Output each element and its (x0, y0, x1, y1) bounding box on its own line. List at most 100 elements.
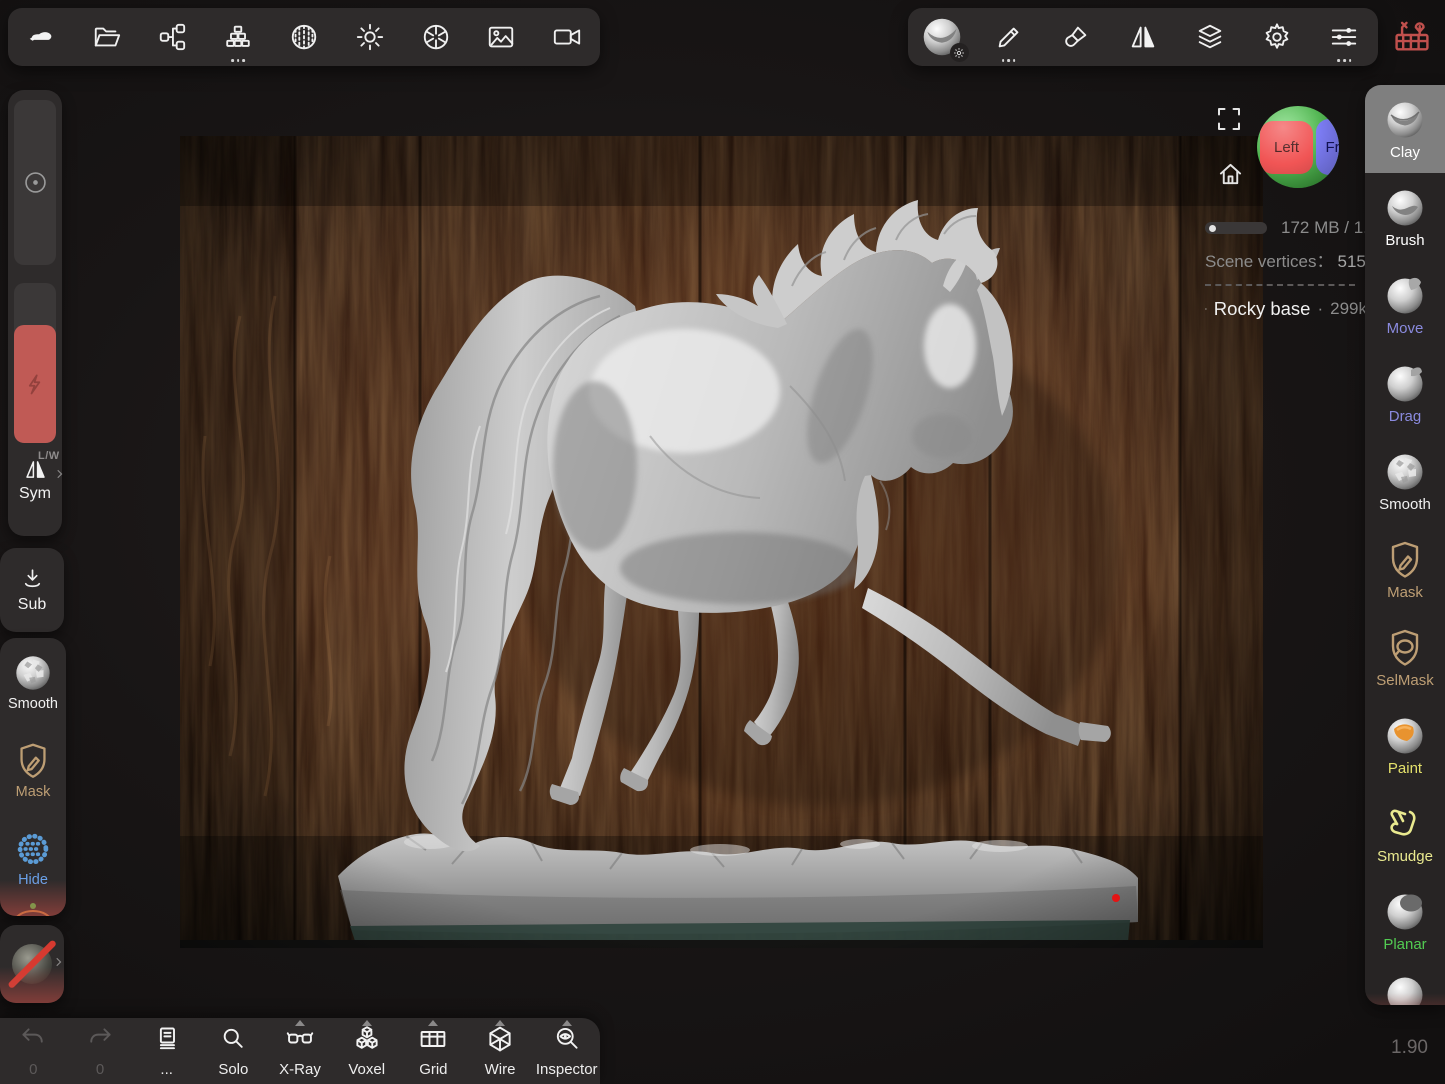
tool-label: SelMask (1376, 673, 1434, 688)
options-arrow-icon (428, 1020, 438, 1026)
tool-selmask[interactable]: SelMask (1365, 613, 1445, 701)
paintbrush-icon (1061, 22, 1091, 52)
mirror-icon (1128, 22, 1158, 52)
toolbox-icon (1392, 13, 1432, 57)
topology-button[interactable] (205, 8, 271, 66)
sliders-icon (1329, 22, 1359, 52)
toggle-inspector[interactable]: Inspector (533, 1018, 600, 1084)
symmetry-toggle[interactable]: L/W Sym (8, 452, 62, 503)
background-button[interactable] (468, 8, 534, 66)
camera-button[interactable] (534, 8, 600, 66)
gizmo-left-label: Left (1274, 139, 1299, 156)
history-button[interactable]: ... (133, 1018, 200, 1084)
history-book-icon (153, 1025, 181, 1053)
falloff-disabled-icon (6, 938, 58, 990)
tool-drag[interactable]: Drag (1365, 349, 1445, 437)
toggle-x-ray[interactable]: X-Ray (267, 1018, 334, 1084)
redo-count: 0 (96, 1061, 104, 1078)
inspector-icon (553, 1025, 581, 1053)
nomad-menu-button[interactable] (8, 8, 74, 66)
tool-paint[interactable]: Paint (1365, 701, 1445, 789)
gizmo-front-face[interactable]: Front (1316, 119, 1339, 175)
move-icon (1383, 274, 1427, 318)
toggle-label: Voxel (348, 1061, 385, 1078)
stroke-button[interactable] (975, 8, 1042, 66)
lighting-button[interactable] (337, 8, 403, 66)
files-button[interactable] (74, 8, 140, 66)
app-window: Left Front 172 MB / 1.5 Scene vertices：5… (0, 0, 1445, 1084)
postprocess-button[interactable] (403, 8, 469, 66)
material-button[interactable] (908, 8, 975, 66)
home-view-button[interactable] (1217, 161, 1244, 188)
toolbox-button[interactable] (1392, 13, 1432, 57)
intensity-slider[interactable] (14, 283, 56, 443)
object-separator: · (1317, 299, 1323, 319)
toggle-grid[interactable]: Grid (400, 1018, 467, 1084)
symmetry-button[interactable] (1109, 8, 1176, 66)
layers-button[interactable] (1177, 8, 1244, 66)
toggle-voxel[interactable]: Voxel (333, 1018, 400, 1084)
stats-separator (1205, 284, 1355, 286)
wireframe-sphere-icon (1205, 300, 1207, 318)
toggle-wire[interactable]: Wire (467, 1018, 534, 1084)
memory-gauge (1205, 222, 1267, 234)
options-arrow-icon (295, 1020, 305, 1026)
tool-clay[interactable]: Clay (1365, 85, 1445, 173)
object-row[interactable]: Rocky base · 299k (1205, 298, 1367, 320)
toggle-solo[interactable]: Solo (200, 1018, 267, 1084)
interface-button[interactable] (1311, 8, 1378, 66)
folder-icon (92, 22, 122, 52)
solo-icon (219, 1025, 247, 1053)
tool-label: Smudge (1377, 849, 1433, 864)
clay-icon (1383, 98, 1427, 142)
sub-button[interactable]: Sub (0, 548, 64, 632)
quick-tool-mask[interactable]: Mask (0, 726, 66, 814)
radius-slider[interactable] (14, 100, 56, 265)
redo-button[interactable]: 0 (67, 1018, 134, 1084)
undo-button[interactable]: 0 (0, 1018, 67, 1084)
nomad-logo-icon (26, 22, 56, 52)
falloff-button[interactable] (0, 925, 64, 1003)
tool-label: Mask (1387, 585, 1423, 600)
scene-graph-button[interactable] (140, 8, 206, 66)
more-options-dots (231, 59, 245, 62)
sub-label: Sub (18, 596, 46, 614)
material-sphere-icon (919, 14, 965, 60)
tool-smooth[interactable]: Smooth (1365, 437, 1445, 525)
quick-tool-hide[interactable]: Hide (0, 814, 66, 902)
toggle-label: Solo (218, 1061, 248, 1078)
tool-smudge[interactable]: Smudge (1365, 789, 1445, 877)
gizmo-left-face[interactable]: Left (1260, 121, 1313, 174)
options-arrow-icon (495, 1020, 505, 1026)
chevron-right-icon (57, 469, 63, 479)
viewport-3d[interactable] (180, 136, 1263, 948)
lightning-icon (22, 371, 48, 397)
tool-planar[interactable]: Planar (1365, 877, 1445, 965)
sub-arrow-icon (19, 566, 46, 593)
top-right-toolbar (908, 8, 1378, 66)
quick-tools-panel: Smooth Mask Hide (0, 638, 66, 916)
tool-partial[interactable] (1365, 965, 1445, 1005)
material-settings-badge (950, 43, 969, 62)
painting-button[interactable] (1042, 8, 1109, 66)
quick-tool-smooth[interactable]: Smooth (0, 638, 66, 726)
toggle-label: Wire (485, 1061, 516, 1078)
orientation-gizmo[interactable]: Left Front (1257, 106, 1339, 188)
chevron-right-icon (56, 957, 62, 967)
tool-label: Planar (1383, 937, 1426, 952)
smudge-icon (1383, 802, 1427, 846)
selmask-icon (1383, 626, 1427, 670)
settings-button[interactable] (1244, 8, 1311, 66)
symmetry-label: Sym (8, 485, 62, 503)
tool-brush[interactable]: Brush (1365, 173, 1445, 261)
smooth-icon (1383, 450, 1427, 494)
fullscreen-button[interactable] (1216, 106, 1242, 132)
options-arrow-icon (562, 1020, 572, 1026)
tool-move[interactable]: Move (1365, 261, 1445, 349)
environment-button[interactable] (271, 8, 337, 66)
scene-vertices-row: Scene vertices：515k (1205, 247, 1367, 272)
tool-mask[interactable]: Mask (1365, 525, 1445, 613)
gizmo-tool-icon (11, 900, 55, 916)
tool-label: Brush (1385, 233, 1424, 248)
video-camera-icon (552, 22, 582, 52)
